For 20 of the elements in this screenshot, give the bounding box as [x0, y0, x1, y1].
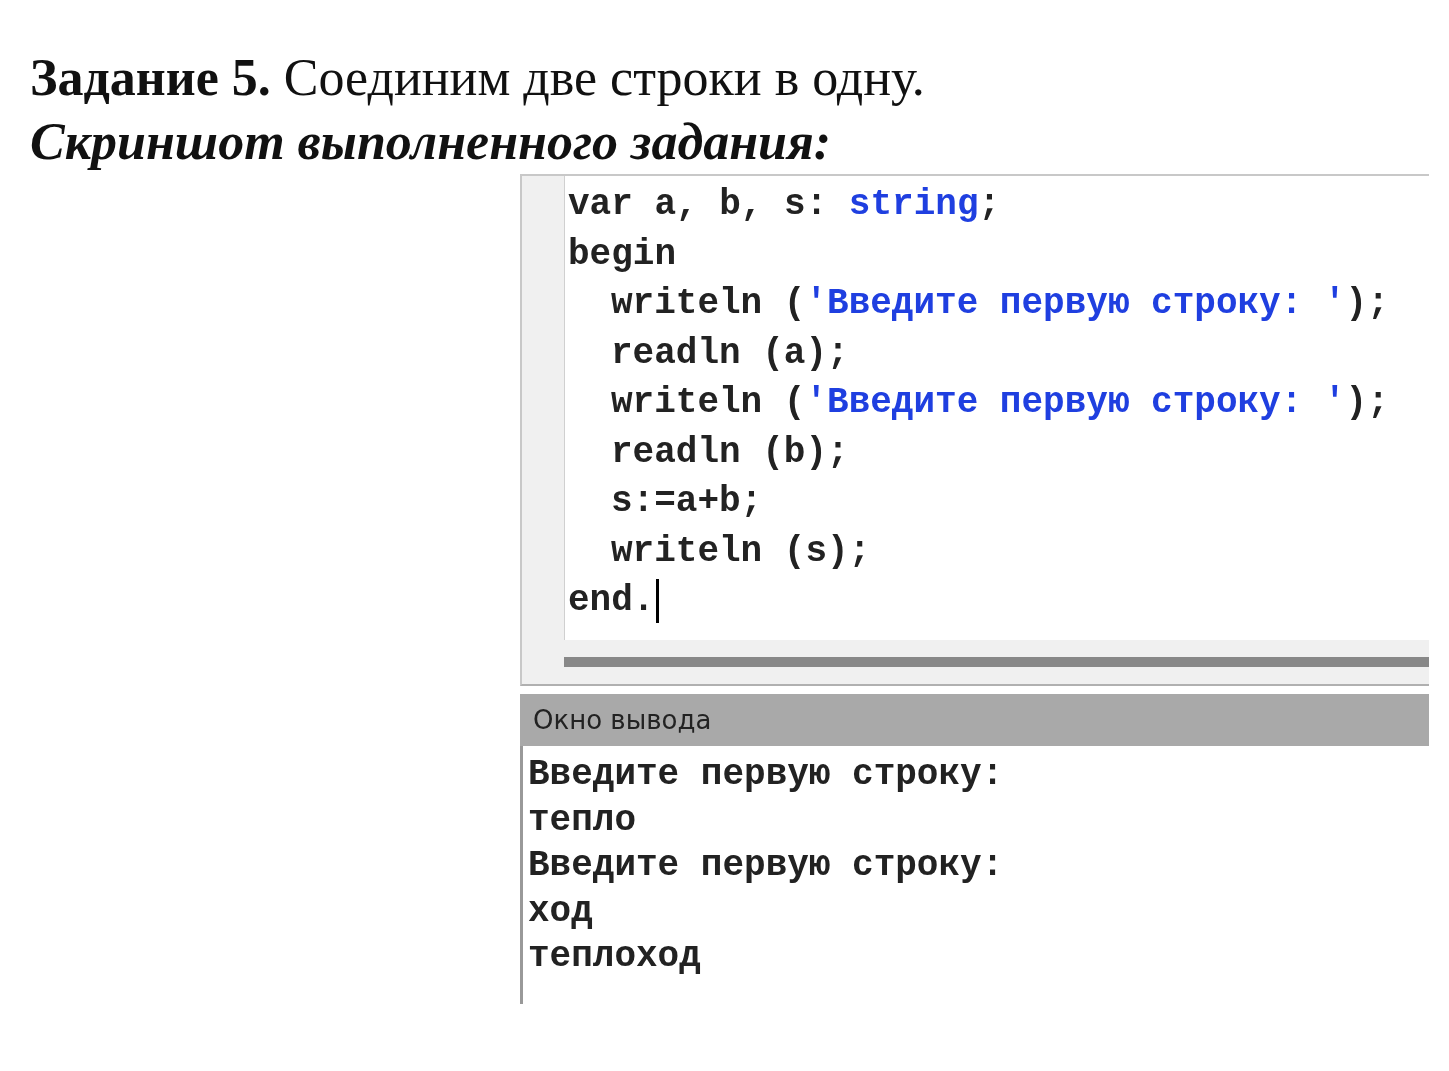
code-line: begin [568, 232, 678, 277]
output-panel-title: Окно вывода [520, 694, 1429, 746]
scrollbar-thumb[interactable] [564, 657, 1429, 667]
output-line: тепло [528, 798, 638, 843]
code-line: s:=a+b; [610, 480, 764, 524]
code-line: var a, b, s: string; [568, 183, 1002, 227]
horizontal-scrollbar[interactable] [520, 640, 1429, 686]
output-line: ход [528, 889, 594, 934]
code-line: readln (b); [610, 430, 850, 475]
output-line: Введите первую строку: [528, 844, 1005, 888]
code-editor[interactable]: var a, b, s: string; begin writeln ('Введите первую строку: '); readln (a); writeln ('Введите первую строку: '); readln (b); s:=a+b; writeln (s); end. [520, 174, 1429, 640]
code-line: writeln ('Введите первую строку: '); [610, 381, 1389, 425]
code-line: end. [568, 576, 1389, 626]
code-line: writeln (s); [610, 529, 872, 574]
output-line: теплоход [528, 935, 702, 979]
output-line: Введите первую строку: [528, 753, 1005, 797]
subtitle: Скриншот выполненного задания: [30, 112, 833, 172]
code-line: writeln ('Введите первую строку: '); [610, 282, 1389, 326]
code-line: readln (a); [610, 331, 850, 376]
task-heading: Задание 5. Соединим две строки в одну. [30, 48, 926, 108]
